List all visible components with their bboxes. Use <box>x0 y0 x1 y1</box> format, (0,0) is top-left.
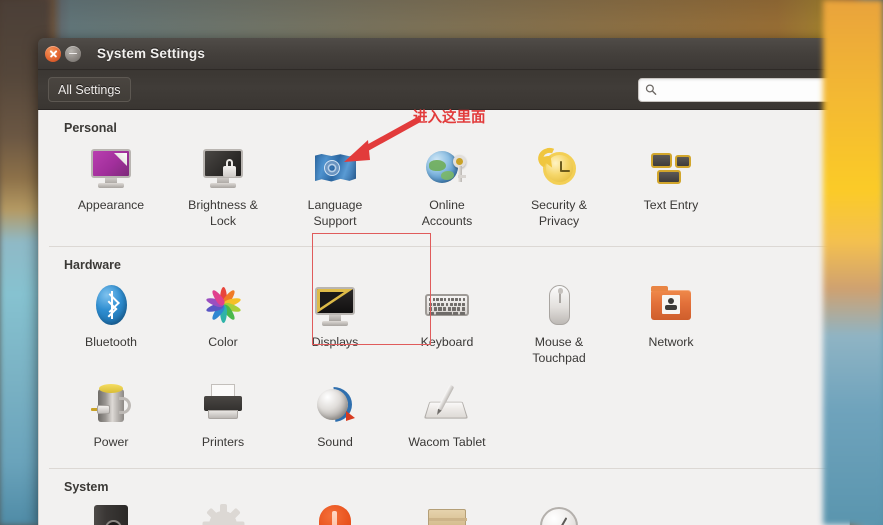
settings-item-wacom-tablet[interactable]: Wacom Tablet <box>391 374 503 459</box>
brightness-lock-icon <box>199 144 247 192</box>
settings-item-bluetooth[interactable]: Bluetooth <box>55 274 167 374</box>
settings-item-appearance[interactable]: Appearance <box>55 137 167 237</box>
settings-item-label: Displays <box>311 335 359 349</box>
search-input[interactable] <box>661 82 829 97</box>
all-settings-label: All Settings <box>58 82 121 97</box>
settings-item-power[interactable]: Power <box>55 374 167 459</box>
settings-item-label: Language Support <box>307 198 363 228</box>
mouse-touchpad-icon <box>535 281 583 329</box>
settings-item-online-accounts[interactable]: Online Accounts <box>391 137 503 237</box>
bluetooth-icon <box>87 281 135 329</box>
sound-icon <box>311 381 359 429</box>
settings-item-label: Text Entry <box>643 198 699 212</box>
appearance-icon <box>87 144 135 192</box>
color-icon <box>199 281 247 329</box>
settings-item-software-updates[interactable] <box>391 496 503 525</box>
settings-item-details[interactable] <box>167 496 279 525</box>
security-privacy-icon <box>535 144 583 192</box>
online-accounts-icon <box>423 144 471 192</box>
printers-icon <box>199 381 247 429</box>
settings-item-label: Keyboard <box>420 335 474 349</box>
desktop-wallpaper: System Settings All Settings Personal Ap… <box>0 0 883 525</box>
search-box[interactable] <box>638 77 836 102</box>
personal-grid: Appearance Brightness & Lock Language Su… <box>55 137 833 237</box>
settings-item-mouse-touchpad[interactable]: Mouse & Touchpad <box>503 274 615 374</box>
section-title-hardware: Hardware <box>64 258 121 272</box>
settings-item-label: Mouse & Touchpad <box>532 335 586 365</box>
window-title: System Settings <box>97 46 206 61</box>
settings-item-security-privacy[interactable]: Security & Privacy <box>503 137 615 237</box>
close-icon[interactable] <box>45 45 61 62</box>
section-title-personal: Personal <box>64 121 117 135</box>
settings-item-label: Printers <box>201 435 245 449</box>
settings-item-label: Brightness & Lock <box>188 198 258 228</box>
settings-item-network[interactable]: Network <box>615 274 727 374</box>
backup-icon <box>87 503 135 525</box>
settings-item-time-date[interactable] <box>503 496 615 525</box>
settings-item-backup[interactable] <box>55 496 167 525</box>
settings-item-label: Sound <box>317 435 353 449</box>
section-personal: Personal Appearance Brightness & Lock La… <box>39 110 849 237</box>
settings-item-label: Color <box>208 335 238 349</box>
language-support-icon <box>311 144 359 192</box>
time-date-icon <box>535 503 583 525</box>
settings-item-label: Security & Privacy <box>530 198 588 228</box>
wacom-tablet-icon <box>423 381 471 429</box>
settings-item-landscape-service[interactable] <box>279 496 391 525</box>
system-settings-window: System Settings All Settings Personal Ap… <box>38 38 850 525</box>
all-settings-button[interactable]: All Settings <box>48 77 131 102</box>
settings-item-brightness-lock[interactable]: Brightness & Lock <box>167 137 279 237</box>
section-hardware: Hardware Bluetooth Color Displays Keyboa… <box>39 247 849 459</box>
settings-item-sound[interactable]: Sound <box>279 374 391 459</box>
settings-item-displays[interactable]: Displays <box>279 274 391 374</box>
settings-item-color[interactable]: Color <box>167 274 279 374</box>
settings-item-label: Online Accounts <box>421 198 473 228</box>
section-system: System <box>39 469 849 525</box>
keyboard-icon <box>423 281 471 329</box>
window-toolbar: All Settings <box>38 70 850 110</box>
settings-item-keyboard[interactable]: Keyboard <box>391 274 503 374</box>
settings-item-label: Network <box>648 335 694 349</box>
settings-item-printers[interactable]: Printers <box>167 374 279 459</box>
power-icon <box>87 381 135 429</box>
system-grid <box>55 496 833 525</box>
minimize-icon[interactable] <box>65 45 81 62</box>
settings-item-label: Bluetooth <box>85 335 137 349</box>
search-icon <box>645 84 657 95</box>
section-title-system: System <box>64 479 109 494</box>
settings-item-language-support[interactable]: Language Support <box>279 137 391 237</box>
settings-item-label: Power <box>93 435 129 449</box>
settings-item-label: Appearance <box>77 198 145 212</box>
text-entry-icon <box>647 144 695 192</box>
displays-icon <box>311 281 359 329</box>
landscape-ubuntu-icon <box>311 503 359 525</box>
settings-item-text-entry[interactable]: Text Entry <box>615 137 727 237</box>
software-updates-icon <box>423 503 471 525</box>
details-gear-icon <box>199 503 247 525</box>
settings-item-label: Wacom Tablet <box>408 435 486 449</box>
settings-content: Personal Appearance Brightness & Lock La… <box>38 110 850 525</box>
hardware-grid: Bluetooth Color Displays Keyboard Mouse … <box>55 274 833 459</box>
window-titlebar: System Settings <box>38 38 850 70</box>
network-icon <box>647 281 695 329</box>
